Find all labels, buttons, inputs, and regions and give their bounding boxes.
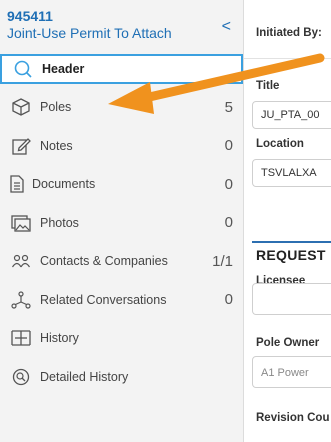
- main-panel: Initiated By: Title JU_PTA_00 Location T…: [244, 0, 331, 442]
- location-field[interactable]: TSVLALXA: [252, 159, 331, 187]
- photo-icon: [10, 213, 32, 233]
- nav-item-contacts[interactable]: Contacts & Companies 1/1: [0, 242, 243, 281]
- licensee-field[interactable]: [252, 283, 331, 315]
- nav-count-notes: 0: [224, 137, 233, 155]
- nav-item-notes[interactable]: Notes 0: [0, 127, 243, 166]
- initiated-by-label: Initiated By:: [256, 27, 322, 39]
- nav-label-header: Header: [42, 62, 85, 76]
- pole-owner-label: Pole Owner: [256, 337, 320, 349]
- nav-count-photos: 0: [224, 214, 233, 232]
- nav-count-poles: 5: [224, 98, 233, 116]
- record-header: 945411 Joint-Use Permit To Attach <: [0, 0, 243, 52]
- nav-count-documents: 0: [224, 175, 233, 193]
- box-icon: [10, 97, 32, 117]
- header-divider: [244, 58, 331, 59]
- detailed-history-icon: [10, 367, 32, 387]
- edit-note-icon: [10, 136, 32, 156]
- nav-item-detailed-history[interactable]: Detailed History: [0, 358, 243, 397]
- request-section-title: REQUEST: [256, 247, 326, 263]
- nav-item-header[interactable]: Header: [0, 54, 243, 84]
- revision-count-label: Revision Cou: [256, 412, 330, 424]
- nav-count-related-conversations: 0: [224, 291, 233, 309]
- sidebar-nav: Header Poles 5 Notes 0 Documents 0 Photo…: [0, 54, 243, 396]
- contacts-icon: [10, 251, 32, 271]
- nav-label-photos: Photos: [40, 215, 79, 230]
- nav-item-poles[interactable]: Poles 5: [0, 88, 243, 127]
- nav-label-documents: Documents: [32, 177, 96, 192]
- network-icon: [10, 290, 32, 310]
- nav-label-contacts: Contacts & Companies: [40, 254, 168, 269]
- nav-item-history[interactable]: History: [0, 319, 243, 358]
- title-field[interactable]: JU_PTA_00: [252, 101, 331, 129]
- record-type: Joint-Use Permit To Attach: [7, 25, 172, 41]
- nav-item-related-conversations[interactable]: Related Conversations 0: [0, 281, 243, 320]
- document-icon: [6, 174, 28, 194]
- nav-label-history: History: [40, 331, 79, 346]
- nav-label-related-conversations: Related Conversations: [40, 292, 167, 307]
- record-id: 945411: [7, 8, 53, 24]
- search-icon: [12, 59, 34, 79]
- nav-label-poles: Poles: [40, 100, 72, 115]
- nav-label-detailed-history: Detailed History: [40, 369, 129, 384]
- pole-owner-field: A1 Power: [252, 356, 331, 388]
- sidebar: 945411 Joint-Use Permit To Attach < Head…: [0, 0, 244, 442]
- nav-item-documents[interactable]: Documents 0: [0, 165, 243, 204]
- history-icon: [10, 328, 32, 348]
- nav-label-notes: Notes: [40, 138, 73, 153]
- collapse-sidebar-button[interactable]: <: [222, 19, 231, 35]
- nav-item-photos[interactable]: Photos 0: [0, 204, 243, 243]
- location-label: Location: [256, 138, 304, 150]
- title-label: Title: [256, 80, 280, 92]
- section-divider: [252, 241, 331, 243]
- nav-count-contacts: 1/1: [212, 252, 233, 270]
